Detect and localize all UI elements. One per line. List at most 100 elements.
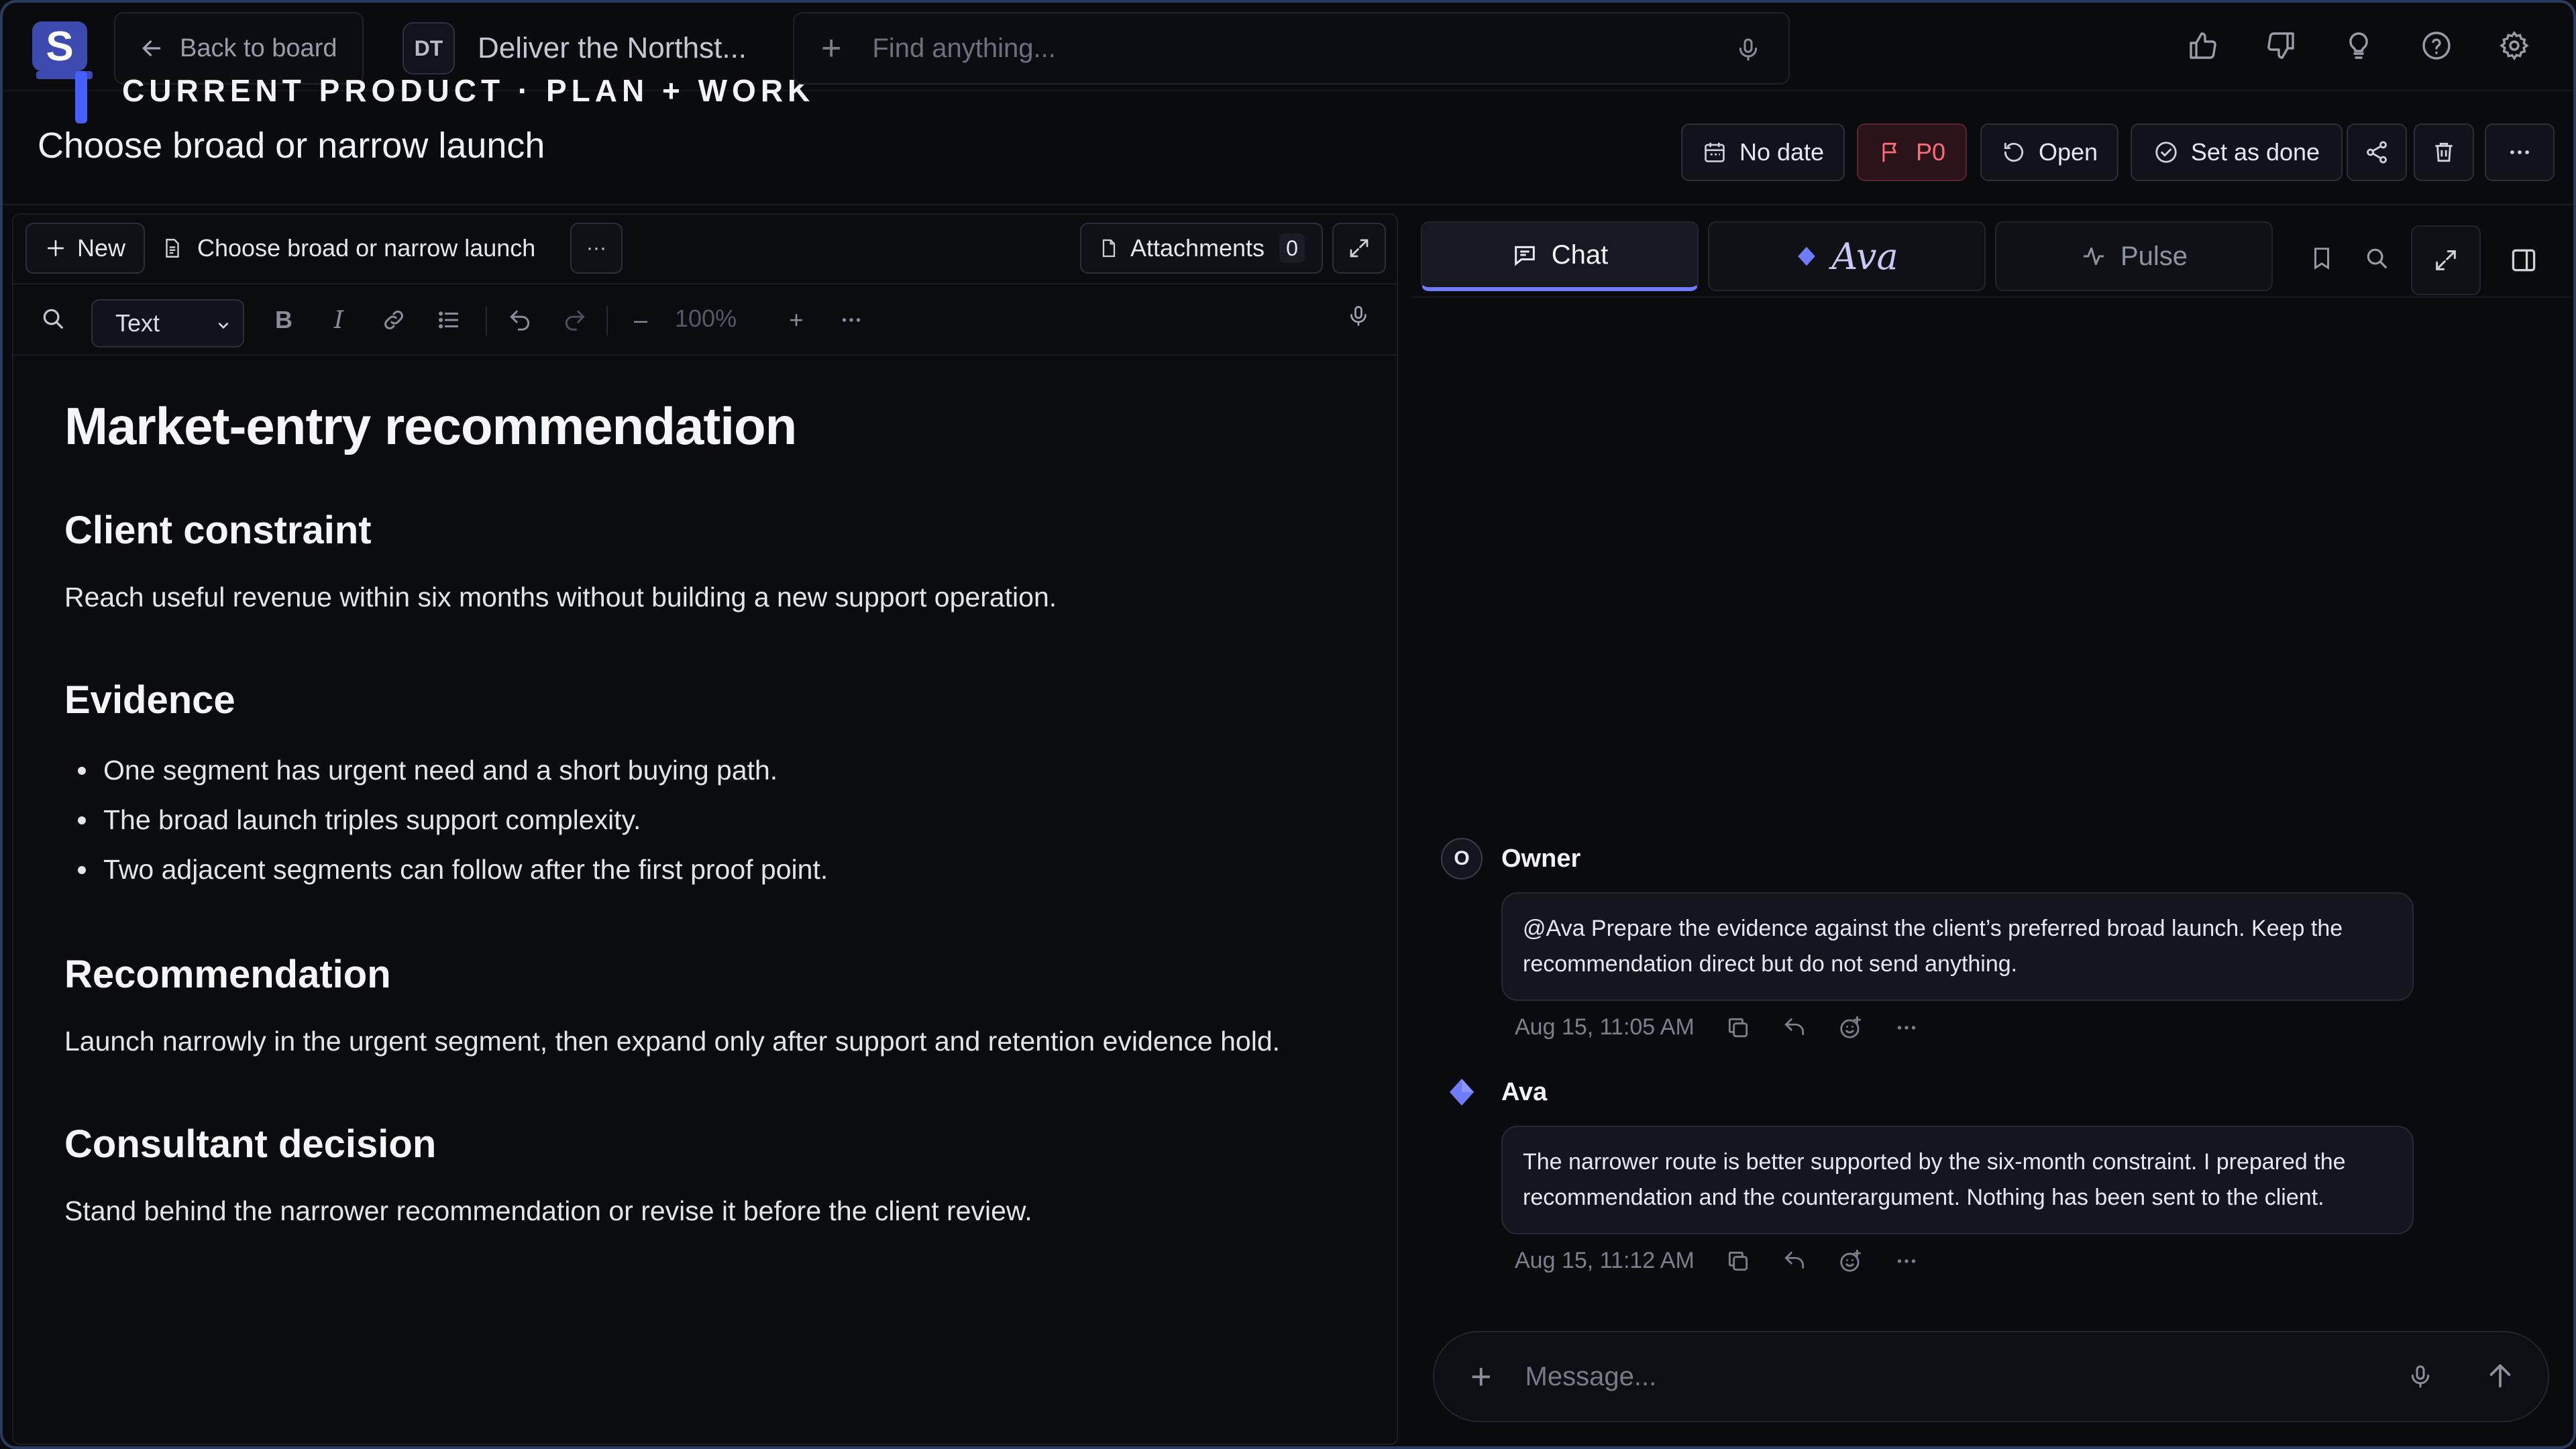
more-actions-button[interactable] bbox=[2485, 123, 2555, 181]
evidence-list: One segment has urgent need and a short … bbox=[64, 745, 1339, 894]
message-timestamp: Aug 15, 11:05 AM bbox=[1515, 1014, 1695, 1040]
expand-chat-button[interactable] bbox=[2411, 225, 2481, 295]
expand-editor-button[interactable] bbox=[1332, 223, 1386, 274]
message-more-icon[interactable] bbox=[1894, 1016, 1919, 1040]
document-icon bbox=[161, 235, 197, 261]
lightbulb-icon[interactable] bbox=[2340, 27, 2377, 64]
editor-toolbar: New Choose broad or narrow launch ··· At… bbox=[13, 215, 1397, 284]
thumbs-down-icon[interactable] bbox=[2262, 27, 2300, 64]
chat-search-icon[interactable] bbox=[2360, 241, 2394, 275]
copy-icon[interactable] bbox=[1725, 1015, 1751, 1040]
editor-panel: New Choose broad or narrow launch ··· At… bbox=[12, 213, 1398, 1445]
share-icon bbox=[2364, 140, 2390, 165]
refresh-icon bbox=[2001, 140, 2039, 165]
composer-mic-icon[interactable] bbox=[2407, 1362, 2434, 1391]
avatar: O bbox=[1441, 838, 1483, 879]
more-format-icon[interactable] bbox=[835, 303, 868, 337]
zoom-out-button[interactable]: – bbox=[624, 303, 657, 337]
attachments-count: 0 bbox=[1279, 233, 1305, 263]
global-search[interactable]: + Find anything... bbox=[793, 12, 1790, 85]
message-bubble: @Ava Prepare the evidence against the cl… bbox=[1501, 892, 2414, 1001]
search-input[interactable]: Find anything... bbox=[872, 34, 1056, 64]
ava-avatar-icon bbox=[1441, 1071, 1483, 1113]
more-icon bbox=[2507, 140, 2532, 165]
toggle-sidebar-button[interactable] bbox=[2489, 225, 2559, 295]
text-style-select[interactable]: Text bbox=[91, 299, 244, 347]
top-actions bbox=[2184, 27, 2573, 64]
project-badge: DT bbox=[402, 22, 455, 74]
section-body-recommendation: Launch narrowly in the urgent segment, t… bbox=[64, 1026, 1281, 1057]
document-tab[interactable]: Choose broad or narrow launch bbox=[161, 223, 535, 274]
add-reaction-icon[interactable] bbox=[1838, 1015, 1864, 1040]
app-window: S Back to board DT Deliver the Northst..… bbox=[0, 0, 2576, 1449]
back-label: Back to board bbox=[180, 34, 337, 62]
send-arrow-icon[interactable] bbox=[2485, 1360, 2516, 1391]
expand-icon bbox=[1347, 236, 1371, 260]
tab-pulse[interactable]: Pulse bbox=[1995, 221, 2273, 291]
pulse-icon bbox=[2080, 243, 2121, 270]
zoom-level: 100% bbox=[675, 305, 737, 332]
message-meta: Aug 15, 11:05 AM bbox=[1515, 1014, 2487, 1040]
add-attachment-icon[interactable]: + bbox=[1470, 1356, 1492, 1397]
check-circle-icon bbox=[2153, 140, 2191, 165]
bold-icon[interactable]: B bbox=[267, 303, 301, 337]
doc-heading: Market-entry recommendation bbox=[64, 396, 797, 455]
reply-icon[interactable] bbox=[1782, 1248, 1807, 1274]
dictation-mic-icon[interactable] bbox=[1342, 299, 1375, 333]
share-button[interactable] bbox=[2347, 123, 2407, 181]
ava-diamond-icon bbox=[1795, 245, 1831, 268]
due-date-button[interactable]: No date bbox=[1681, 123, 1845, 181]
chat-icon bbox=[1511, 241, 1552, 268]
message-author: Ava bbox=[1501, 1077, 1548, 1106]
message-timestamp: Aug 15, 11:12 AM bbox=[1515, 1248, 1695, 1273]
sidebar-panel-icon bbox=[2512, 249, 2536, 272]
chevron-down-icon bbox=[218, 322, 229, 329]
chat-tabs: Chat Ava Pulse bbox=[1411, 221, 2571, 295]
microphone-icon[interactable] bbox=[1735, 35, 1762, 64]
message-author: Owner bbox=[1501, 844, 1581, 873]
plus-icon[interactable]: + bbox=[821, 28, 841, 68]
task-header: Choose broad or narrow launch No date P0… bbox=[3, 93, 2573, 205]
help-icon[interactable] bbox=[2418, 27, 2455, 64]
gear-icon[interactable] bbox=[2496, 27, 2533, 64]
message-more-icon[interactable] bbox=[1894, 1249, 1919, 1273]
flag-icon bbox=[1878, 140, 1916, 165]
undo-icon[interactable] bbox=[503, 303, 537, 337]
section-heading-consultant-decision: Consultant decision bbox=[64, 1122, 437, 1166]
link-icon[interactable] bbox=[377, 303, 411, 337]
bookmark-icon[interactable] bbox=[2305, 241, 2339, 275]
status-button[interactable]: Open bbox=[1980, 123, 2118, 181]
search-icon[interactable] bbox=[36, 302, 70, 335]
copy-icon[interactable] bbox=[1725, 1248, 1751, 1274]
chat-message: O Owner @Ava Prepare the evidence agains… bbox=[1441, 838, 2487, 1040]
file-icon bbox=[1098, 236, 1130, 260]
section-body-client-constraint: Reach useful revenue within six months w… bbox=[64, 582, 1057, 612]
tab-chat[interactable]: Chat bbox=[1421, 221, 1699, 291]
section-heading-recommendation: Recommendation bbox=[64, 953, 391, 996]
message-meta: Aug 15, 11:12 AM bbox=[1515, 1248, 2487, 1274]
chat-message: Ava The narrower route is better support… bbox=[1441, 1072, 2487, 1274]
add-reaction-icon[interactable] bbox=[1838, 1248, 1864, 1274]
message-composer: + Message... bbox=[1433, 1331, 2549, 1422]
more-label: ··· bbox=[586, 237, 606, 259]
tab-ava[interactable]: Ava bbox=[1708, 221, 1986, 291]
message-input[interactable]: Message... bbox=[1525, 1362, 1657, 1392]
zoom-in-button[interactable]: + bbox=[780, 303, 813, 337]
arrow-left-icon bbox=[138, 35, 180, 62]
attachments-button[interactable]: Attachments 0 bbox=[1080, 223, 1323, 274]
new-button[interactable]: New bbox=[25, 223, 145, 274]
redo-icon[interactable] bbox=[558, 303, 592, 337]
delete-button[interactable] bbox=[2414, 123, 2474, 181]
priority-button[interactable]: P0 bbox=[1857, 123, 1967, 181]
thumbs-up-icon[interactable] bbox=[2184, 27, 2222, 64]
document-more-button[interactable]: ··· bbox=[570, 223, 623, 274]
logo-letter: S bbox=[32, 21, 87, 71]
chat-panel: Chat Ava Pulse O Owner @Ava Prepare the … bbox=[1411, 213, 2571, 1445]
set-as-done-button[interactable]: Set as done bbox=[2131, 123, 2343, 181]
reply-icon[interactable] bbox=[1782, 1015, 1807, 1040]
section-heading-evidence: Evidence bbox=[64, 678, 235, 722]
bullet-list-icon[interactable] bbox=[432, 303, 466, 337]
italic-icon[interactable]: I bbox=[322, 303, 356, 337]
document-body[interactable]: Market-entry recommendation Client const… bbox=[64, 396, 1339, 1291]
expand-icon bbox=[2436, 250, 2456, 270]
